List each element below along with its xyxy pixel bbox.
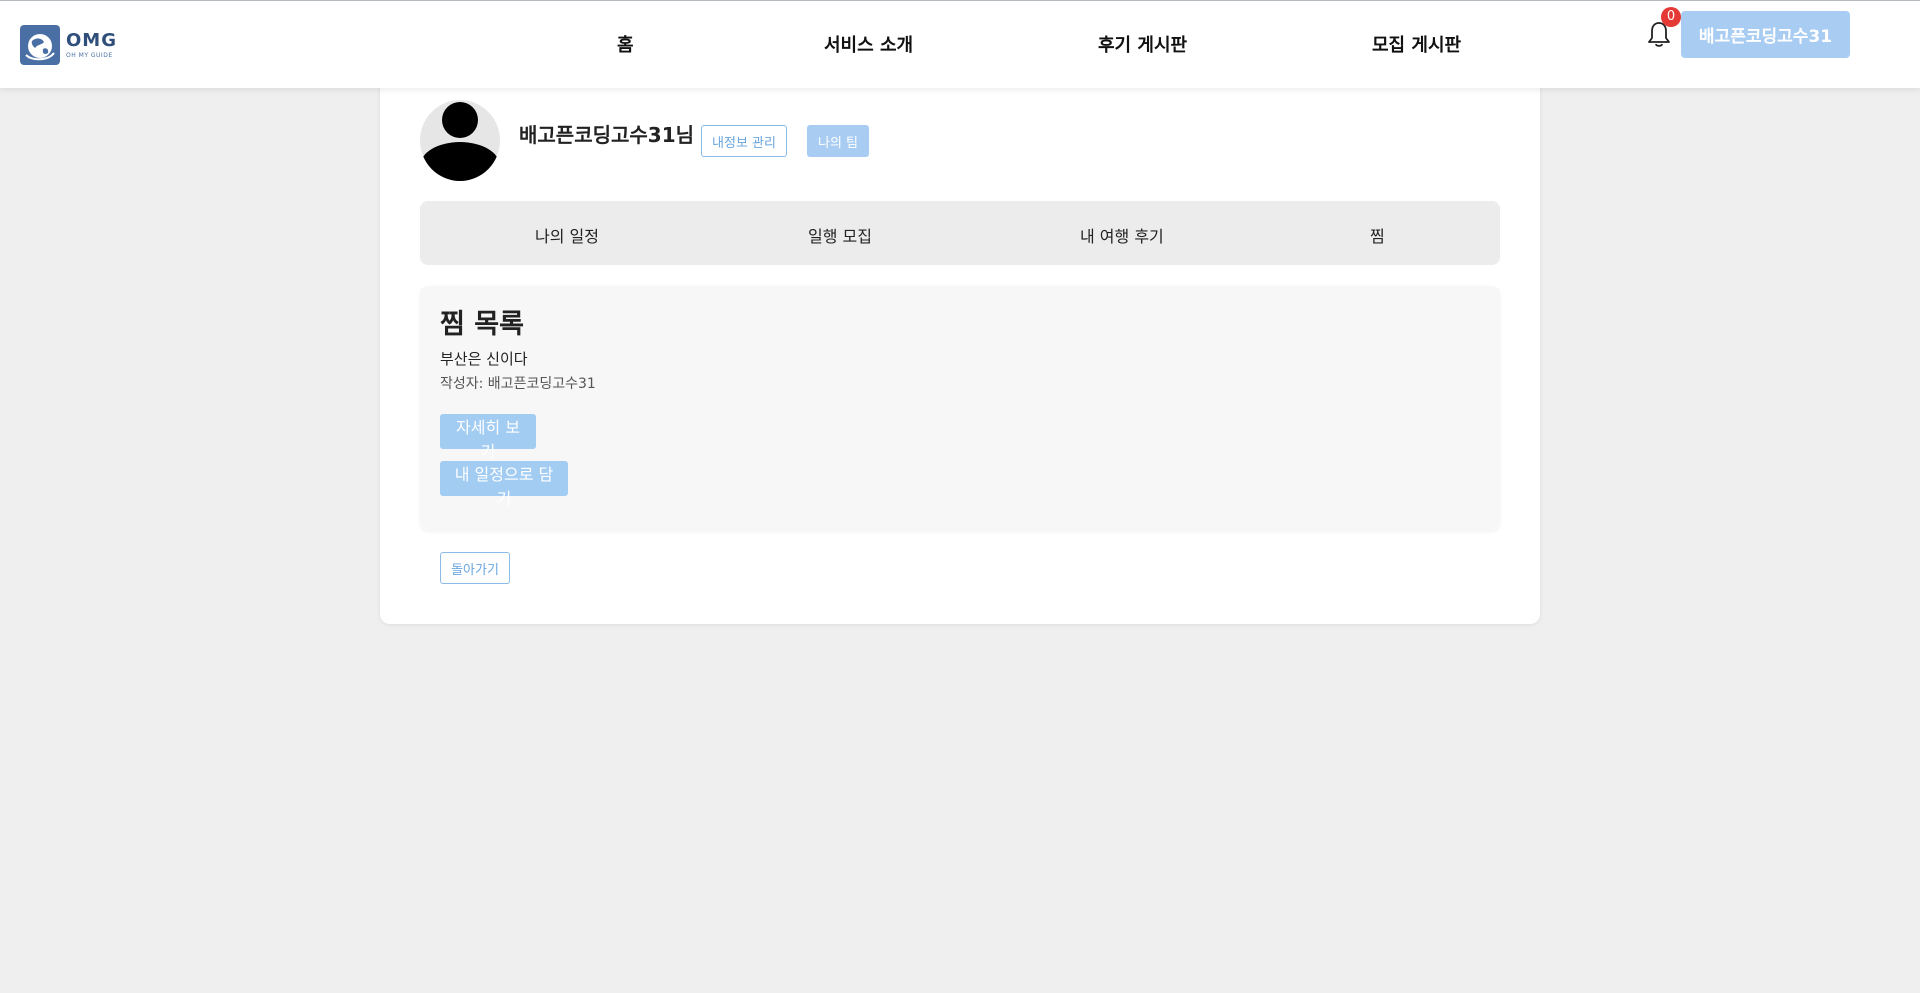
user-avatar-icon: [420, 100, 500, 181]
site-logo[interactable]: OMG OH MY GUIDE: [20, 25, 120, 65]
mypage-tabs: 나의 일정 일행 모집 내 여행 후기 찜: [420, 201, 1500, 265]
nav-home[interactable]: 홈: [617, 31, 634, 57]
wishlist-card: [420, 286, 1500, 531]
my-team-button[interactable]: 나의 팀: [807, 125, 869, 157]
view-detail-button[interactable]: 자세히 보기: [440, 414, 536, 461]
profile-username: 배고픈코딩고수31님: [519, 123, 695, 147]
logo-subtitle: OH MY GUIDE: [66, 51, 113, 59]
nav-review-board[interactable]: 후기 게시판: [1098, 31, 1187, 57]
logo-title: OMG: [66, 29, 117, 51]
manage-profile-button[interactable]: 내정보 관리: [701, 125, 787, 157]
add-to-schedule-button[interactable]: 내 일정으로 담기: [440, 461, 568, 508]
tab-my-reviews[interactable]: 내 여행 후기: [1080, 223, 1164, 247]
top-navigation-bar: OMG OH MY GUIDE 홈 서비스 소개 후기 게시판 모집 게시판: [0, 0, 1920, 88]
nav-service-intro[interactable]: 서비스 소개: [824, 31, 913, 57]
nav-recruit-board[interactable]: 모집 게시판: [1372, 31, 1461, 57]
back-button[interactable]: 돌아가기: [440, 552, 510, 584]
notification-count-badge: 0: [1661, 7, 1681, 27]
tab-my-schedule[interactable]: 나의 일정: [535, 223, 599, 247]
tab-wishlist[interactable]: 찜: [1370, 223, 1385, 247]
tab-companion-recruit[interactable]: 일행 모집: [808, 223, 872, 247]
globe-logo-icon: [20, 25, 60, 65]
wishlist-item-title: 부산은 신이다: [440, 350, 528, 368]
wishlist-title: 찜 목록: [440, 309, 524, 340]
wishlist-item-author: 작성자: 배고픈코딩고수31: [440, 376, 596, 392]
user-menu-button[interactable]: 배고픈코딩고수31: [1681, 11, 1850, 58]
